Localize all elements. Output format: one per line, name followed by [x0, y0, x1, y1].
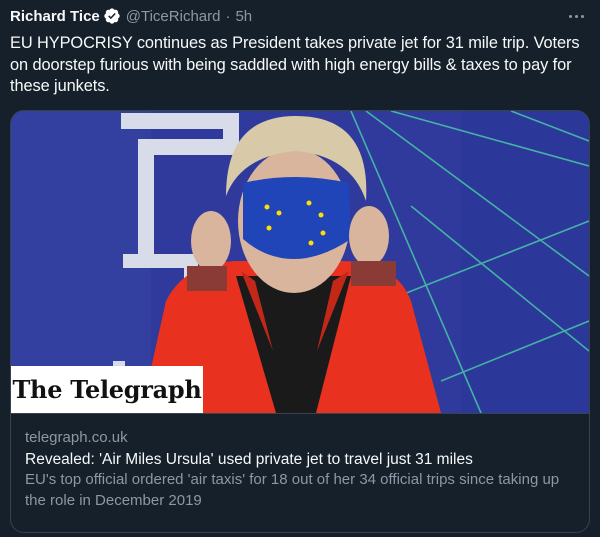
verified-badge-icon — [103, 7, 121, 25]
card-description: EU's top official ordered 'air taxis' fo… — [25, 471, 560, 509]
tweet-header: Richard Tice @TiceRichard · 5h — [10, 5, 590, 27]
card-image[interactable]: The Telegraph — [11, 111, 589, 413]
publisher-logo: The Telegraph — [11, 366, 203, 413]
author-name[interactable]: Richard Tice — [10, 8, 100, 25]
card-domain: telegraph.co.uk — [25, 429, 128, 446]
tweet-text: EU HYPOCRISY continues as President take… — [10, 34, 580, 95]
separator-dot: · — [225, 7, 231, 25]
link-card[interactable]: The Telegraph telegraph.co.uk Revealed: … — [10, 110, 590, 533]
card-meta[interactable]: telegraph.co.uk Revealed: 'Air Miles Urs… — [11, 413, 589, 532]
timestamp[interactable]: 5h — [235, 8, 252, 25]
card-title[interactable]: Revealed: 'Air Miles Ursula' used privat… — [25, 449, 589, 470]
more-options-icon[interactable] — [564, 7, 588, 25]
author-handle[interactable]: @TiceRichard — [126, 8, 221, 25]
